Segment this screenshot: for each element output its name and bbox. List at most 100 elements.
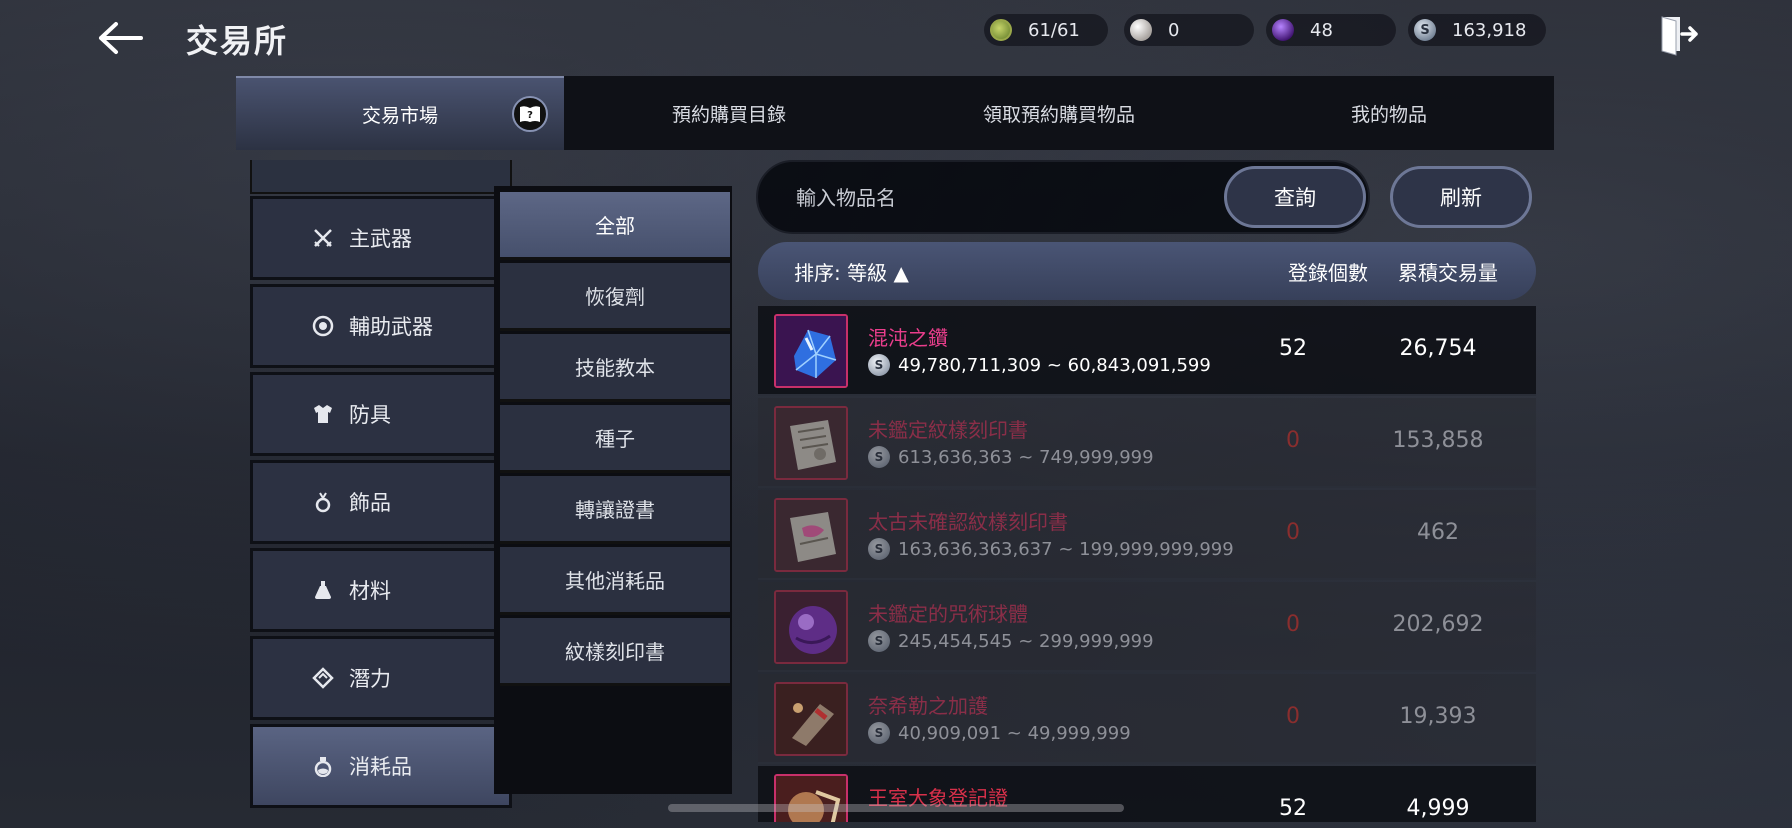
category-label: 輔助武器 [349,315,433,339]
item-name: 未鑑定紋樣刻印書 [868,418,1028,442]
subcategory-label: 技能教本 [575,356,655,380]
table-row[interactable]: 未鑑定的咒術球體 S 245,454,545 ~ 299,999,999 0 20… [758,582,1536,672]
item-price: S 245,454,545 ~ 299,999,999 [868,630,1154,652]
category-label: 飾品 [349,491,391,515]
category-potential[interactable]: 潛力 [250,636,512,720]
subcategory-label: 其他消耗品 [565,569,665,593]
tab-my-items-label: 我的物品 [1350,103,1427,126]
tab-claim-reserved-label: 領取預約購買物品 [982,103,1135,126]
table-row[interactable]: 未鑑定紋樣刻印書 S 613,636,363 ~ 749,999,999 0 15… [758,398,1536,488]
subcategory-seed[interactable]: 種子 [500,405,730,473]
category-consumable[interactable]: 消耗品 [250,724,512,808]
item-price: S 49,780,711,309 ~ 60,843,091,599 [868,354,1211,376]
tab-market-label: 交易市場 [361,104,438,127]
table-row[interactable]: 混沌之鑽 S 49,780,711,309 ~ 60,843,091,599 52… [758,306,1536,396]
silver-coin-icon: S [868,354,890,376]
item-volume: 19,393 [1399,704,1477,729]
subcategory-label: 種子 [595,427,635,451]
item-count: 0 [1286,704,1300,729]
category-main-weapon[interactable]: 主武器 [250,196,512,280]
horizontal-scrollbar[interactable] [668,804,1124,812]
scroll-icon [774,406,848,480]
item-volume: 26,754 [1399,336,1477,361]
table-header: 排序: 等級 ▲ 登錄個數 累積交易量 [758,242,1536,300]
exit-door-icon[interactable] [1656,12,1700,56]
back-arrow-icon[interactable] [92,14,148,62]
flask-icon [311,578,335,602]
category-armor[interactable]: 防具 [250,372,512,456]
item-name: 奈希勒之加護 [868,694,988,718]
tab-claim-reserved[interactable]: 領取預約購買物品 [894,76,1224,150]
item-count: 0 [1286,428,1300,453]
certificate-icon [774,774,848,822]
resource-silver-value: 163,918 [1452,19,1527,41]
help-book-icon[interactable]: ? [512,96,548,132]
resource-silver: S 163,918 [1408,14,1546,46]
blue-gem-icon [774,314,848,388]
refresh-button[interactable]: 刷新 [1390,166,1532,228]
item-count: 0 [1286,612,1300,637]
item-name: 太古未確認紋樣刻印書 [868,510,1068,534]
category-list-scroll-stub [250,160,512,194]
table-row[interactable]: 奈希勒之加護 S 40,909,091 ~ 49,999,999 0 19,393 [758,674,1536,764]
item-name: 未鑑定的咒術球體 [868,602,1028,626]
column-header-count: 登錄個數 [1288,261,1368,285]
item-count: 52 [1279,796,1307,821]
tab-reservation-list-label: 預約購買目錄 [671,103,786,126]
subcategory-recovery[interactable]: 恢復劑 [500,263,730,331]
category-sub-weapon[interactable]: 輔助武器 [250,284,512,368]
silver-coin-icon: S [868,446,890,468]
accessory-icon [311,490,335,514]
item-volume: 4,999 [1406,796,1470,821]
potion-icon [311,754,335,778]
category-material[interactable]: 材料 [250,548,512,632]
table-row[interactable]: 太古未確認紋樣刻印書 S 163,636,363,637 ~ 199,999,99… [758,490,1536,580]
resource-energy-value: 61/61 [1028,19,1080,41]
category-label: 主武器 [349,227,412,251]
item-count: 52 [1279,336,1307,361]
svg-text:?: ? [527,110,533,121]
sort-toggle[interactable]: 排序: 等級 ▲ [794,257,909,286]
tab-my-items[interactable]: 我的物品 [1224,76,1554,150]
tab-reservation-list[interactable]: 預約購買目錄 [564,76,894,150]
column-header-volume: 累積交易量 [1398,261,1498,285]
potion-item-icon [774,682,848,756]
subcategory-label: 轉讓證書 [575,498,655,522]
item-volume: 202,692 [1392,612,1484,637]
category-accessory[interactable]: 飾品 [250,460,512,544]
subcategory-label: 紋樣刻印書 [565,640,665,664]
item-volume: 462 [1417,520,1459,545]
item-list: 混沌之鑽 S 49,780,711,309 ~ 60,843,091,599 52… [758,306,1536,822]
resource-crystal: 48 [1266,14,1396,46]
resource-pearl: 0 [1124,14,1254,46]
subcategory-label: 恢復劑 [585,285,645,309]
subcategory-list: 全部 恢復劑 技能教本 種子 轉讓證書 其他消耗品 紋樣刻印書 [494,186,732,794]
tab-market[interactable]: 交易市場 ? [236,76,564,150]
item-price: S 40,909,091 ~ 49,999,999 [868,722,1131,744]
resource-pearl-value: 0 [1168,19,1180,41]
resource-energy: 61/61 [984,14,1108,46]
pearl-icon [1130,19,1152,41]
subcategory-skill-book[interactable]: 技能教本 [500,334,730,402]
silver-coin-icon: S [868,538,890,560]
subcategory-other[interactable]: 其他消耗品 [500,547,730,615]
item-price-range: 40,909,091 ~ 49,999,999 [898,722,1131,744]
purple-crystal-icon [1272,19,1294,41]
green-energy-icon [990,19,1012,41]
item-volume: 153,858 [1392,428,1484,453]
silver-coin-icon: S [868,722,890,744]
silver-coin-icon: S [868,630,890,652]
subcategory-transfer-cert[interactable]: 轉讓證書 [500,476,730,544]
crossed-swords-icon [311,226,335,250]
silver-coin-icon: S [1414,19,1436,41]
item-count: 0 [1286,520,1300,545]
item-price-range: 163,636,363,637 ~ 199,999,999,999 [898,538,1234,560]
subcategory-all[interactable]: 全部 [500,192,730,260]
page-title: 交易所 [186,22,289,60]
purple-orb-icon [774,590,848,664]
potential-icon [311,666,335,690]
search-input[interactable] [796,178,1196,218]
table-row[interactable]: 王室大象登記證 52 4,999 [758,766,1536,822]
subcategory-pattern-book[interactable]: 紋樣刻印書 [500,618,730,686]
query-button[interactable]: 查詢 [1224,166,1366,228]
